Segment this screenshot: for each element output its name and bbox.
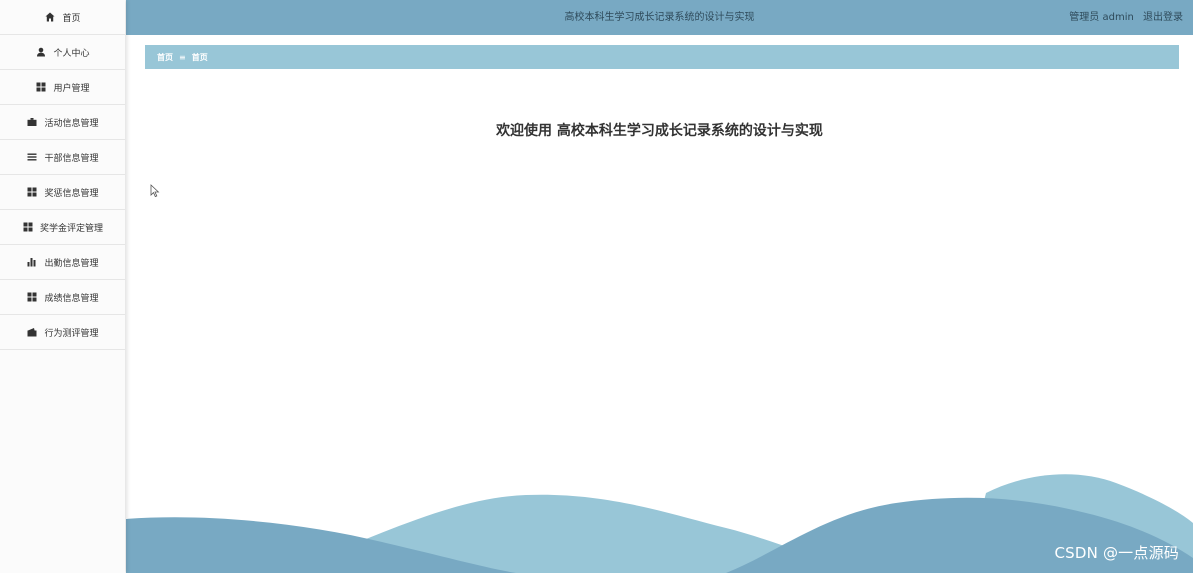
breadcrumb-current: 首页 xyxy=(191,52,208,62)
sidebar-item-label: 奖惩信息管理 xyxy=(44,188,99,199)
breadcrumb-separator: ≡ xyxy=(179,52,186,62)
mouse-cursor-icon xyxy=(150,184,160,198)
grid-icon xyxy=(22,221,34,233)
sidebar-item-label: 行为测评管理 xyxy=(44,328,99,339)
top-header: 高校本科生学习成长记录系统的设计与实现 管理员 admin 退出登录 xyxy=(126,0,1193,35)
briefcase-icon xyxy=(26,116,38,128)
watermark: CSDN @一点源码 xyxy=(1054,544,1179,562)
user-icon xyxy=(35,46,47,58)
sidebar-item-label: 用户管理 xyxy=(53,83,90,94)
sidebar-item-attendance[interactable]: 出勤信息管理 xyxy=(0,245,125,280)
breadcrumb-home[interactable]: 首页 xyxy=(157,52,173,63)
sidebar-item-label: 干部信息管理 xyxy=(44,153,99,164)
sidebar-item-users[interactable]: 用户管理 xyxy=(0,70,125,105)
sidebar-item-rewards[interactable]: 奖惩信息管理 xyxy=(0,175,125,210)
sidebar-item-label: 活动信息管理 xyxy=(44,118,99,129)
sidebar-item-grades[interactable]: 成绩信息管理 xyxy=(0,280,125,315)
sidebar-item-cadres[interactable]: 干部信息管理 xyxy=(0,140,125,175)
welcome-heading: 欢迎使用 高校本科生学习成长记录系统的设计与实现 xyxy=(496,123,823,139)
sidebar-item-profile[interactable]: 个人中心 xyxy=(0,35,125,70)
breadcrumb: 首页 ≡ 首页 xyxy=(145,45,1179,69)
home-icon xyxy=(44,11,56,23)
user-area: 管理员 admin 退出登录 xyxy=(1063,0,1183,35)
app-title: 高校本科生学习成长记录系统的设计与实现 xyxy=(564,12,755,23)
sidebar-item-label: 出勤信息管理 xyxy=(44,258,99,269)
sidebar-item-behavior[interactable]: 行为测评管理 xyxy=(0,315,125,350)
grid-icon xyxy=(26,186,38,198)
sidebar: 首页 个人中心 用户管理 活动信息管理 干部信息管理 奖惩信息管理 奖学金评定管… xyxy=(0,0,125,573)
logout-link[interactable]: 退出登录 xyxy=(1143,12,1183,23)
bar-chart-icon xyxy=(26,256,38,268)
sidebar-item-activities[interactable]: 活动信息管理 xyxy=(0,105,125,140)
grid-icon xyxy=(35,81,47,93)
sidebar-item-label: 成绩信息管理 xyxy=(44,293,99,304)
wallet-icon xyxy=(26,326,38,338)
current-user: 管理员 admin xyxy=(1069,12,1134,23)
decorative-waves xyxy=(126,474,1193,573)
grid-icon xyxy=(26,291,38,303)
list-icon xyxy=(26,151,38,163)
sidebar-item-label: 奖学金评定管理 xyxy=(39,223,103,234)
sidebar-item-home[interactable]: 首页 xyxy=(0,0,125,35)
sidebar-item-label: 首页 xyxy=(62,13,81,24)
sidebar-item-scholarship[interactable]: 奖学金评定管理 xyxy=(0,210,125,245)
sidebar-item-label: 个人中心 xyxy=(53,48,90,59)
